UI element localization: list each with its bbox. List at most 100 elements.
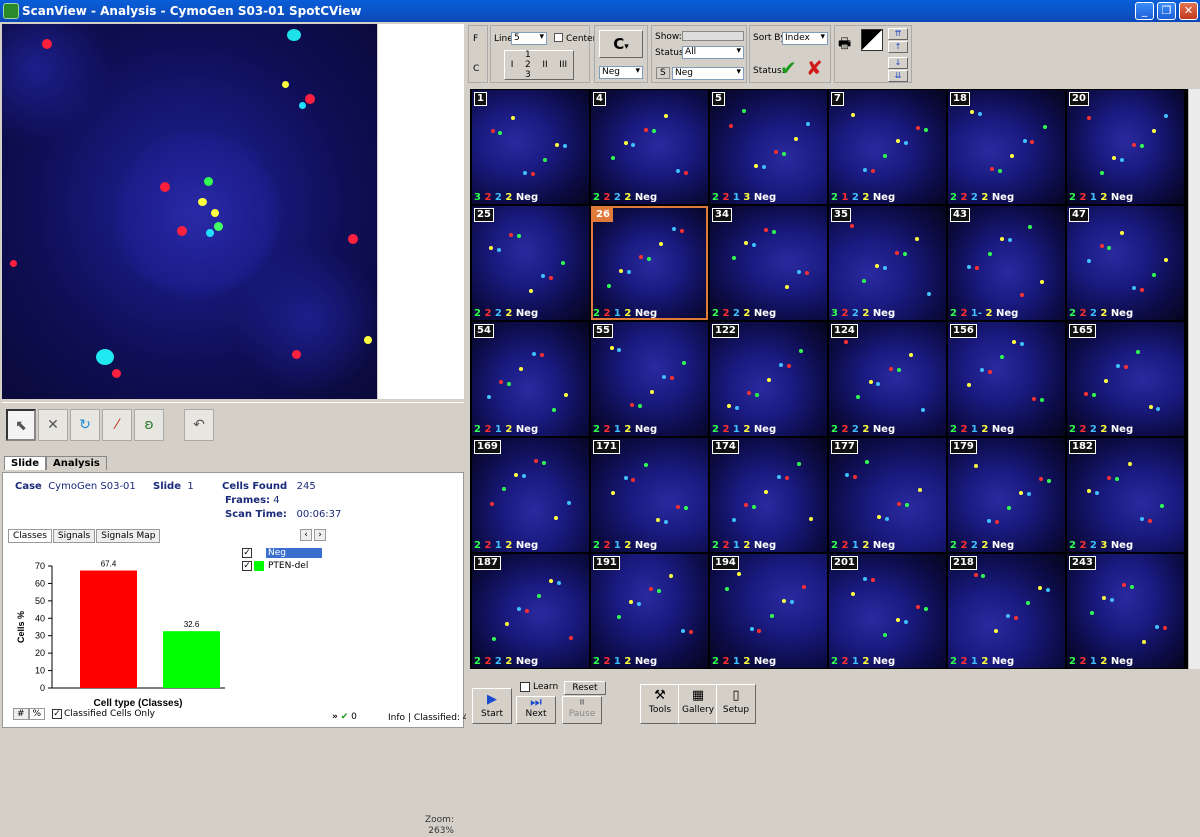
scroll-down-icon[interactable]: ↓ [888,57,908,69]
next-button[interactable]: ⏭ Next [516,696,556,724]
gallery-cell-tile[interactable]: 4 2 2 2 2 Neg [591,90,708,204]
scroll-bottom-icon[interactable]: ⇊ [888,70,908,82]
reject-x-icon[interactable]: ✘ [806,56,823,80]
gallery-cell-tile[interactable]: 182 2 2 2 3 Neg [1067,438,1184,552]
sortby-select[interactable]: Index [782,32,828,45]
status-select[interactable]: All [682,46,744,59]
signal-count: 2 [841,656,852,667]
gallery-cell-tile[interactable]: 25 2 2 2 2 Neg [472,206,589,320]
gallery-cell-tile[interactable]: 156 2 2 1 2 Neg [948,322,1065,436]
image-blank-area [378,24,464,399]
gallery-cell-tile[interactable]: 35 3 2 2 2 Neg [829,206,946,320]
start-button[interactable]: ▶ Start [472,688,512,724]
signal-dot [787,364,792,369]
cell-image-view[interactable]: Neg 2 2 1 2 [2,24,377,399]
reset-button[interactable]: Reset [564,681,606,695]
gallery-cell-tile[interactable]: 243 2 2 1 2 Neg [1067,554,1184,668]
signal-dot [629,402,634,407]
gallery-cell-tile[interactable]: 187 2 2 2 2 Neg [472,554,589,668]
contrast-icon[interactable] [861,29,883,51]
show-field[interactable] [682,31,744,41]
pause-button[interactable]: ⏸ Pause [562,696,602,724]
gallery-cell-tile[interactable]: 194 2 2 1 2 Neg [710,554,827,668]
tab-slide[interactable]: Slide [4,456,46,470]
cell-gallery[interactable]: 13 2 2 2 Neg 4 2 2 2 2 Neg 5 2 2 1 3 Neg 7 2 1… [470,89,1188,669]
gallery-cell-tile[interactable]: 174 2 2 1 2 Neg [710,438,827,552]
cell-index-badge: 201 [831,556,858,570]
signal-dot [543,157,548,162]
pointer-tool-icon[interactable]: ⬉ [6,409,36,441]
s-button[interactable]: S [656,67,670,79]
gallery-cell-tile[interactable]: 47 2 2 2 2 Neg [1067,206,1184,320]
learn-option[interactable]: Learn [520,682,558,692]
learn-checkbox[interactable] [520,682,530,692]
undo-tool-icon[interactable]: ↶ [184,409,214,441]
accept-check-icon[interactable]: ✔ [780,56,797,80]
count-mode-toggle[interactable]: #% [13,708,46,720]
legend-checkbox[interactable]: ✓ [242,548,252,558]
wand-tool-icon[interactable]: ⁄ [102,409,132,441]
gallery-cell-tile[interactable]: 179 2 2 2 2 Neg [948,438,1065,552]
gallery-cell-tile[interactable]: 165 2 2 2 2 Neg [1067,322,1184,436]
prev-arrow-icon[interactable]: ‹ [300,529,312,541]
gallery-cell-tile[interactable]: 20 2 2 1 2 Neg [1067,90,1184,204]
classified-only-option[interactable]: ✓ Classified Cells Only [52,709,155,719]
gallery-cell-tile[interactable]: 34 2 2 2 2 Neg [710,206,827,320]
s-select[interactable]: Neg [672,67,744,80]
signal-dot [734,406,739,411]
gallery-cell-tile[interactable]: 18 2 2 2 2 Neg [948,90,1065,204]
delete-tool-icon[interactable]: ✕ [38,409,68,441]
gallery-cell-tile[interactable]: 169 2 2 1 2 Neg [472,438,589,552]
lines-select[interactable]: 5 [511,32,547,45]
cell-class: Neg [1110,540,1134,551]
gallery-cell-tile[interactable]: 201 2 2 1 2 Neg [829,554,946,668]
minimize-button[interactable]: _ [1135,2,1154,20]
gallery-cell-tile[interactable]: 7 2 1 2 2 Neg [829,90,946,204]
print-icon[interactable]: 🖶 [838,33,851,57]
lasso-tool-icon[interactable]: ʚ [134,409,164,441]
frames-info: Frames: 4 [225,495,280,506]
legend-checkbox[interactable]: ✓ [242,561,252,571]
gallery-cell-tile[interactable]: 177 2 2 1 2 Neg [829,438,946,552]
classified-only-checkbox[interactable]: ✓ [52,709,62,719]
scroll-top-icon[interactable]: ⇈ [888,28,908,40]
gallery-cell-tile[interactable]: 55 2 2 1 2 Neg [591,322,708,436]
next-arrow-icon[interactable]: › [314,529,326,541]
close-button[interactable]: ✕ [1179,2,1198,20]
gallery-cell-tile[interactable]: 171 2 2 1 2 Neg [591,438,708,552]
signal-count: 2 [1069,424,1080,435]
gallery-cell-tile[interactable]: 122 2 2 1 2 Neg [710,322,827,436]
c-toggle[interactable]: C [473,64,479,74]
tools-button[interactable]: ⚒ Tools [640,684,680,724]
gallery-cell-tile[interactable]: 5 2 2 1 3 Neg [710,90,827,204]
subtab-signals-map[interactable]: Signals Map [96,529,161,543]
gallery-cell-tile[interactable]: 191 2 2 1 2 Neg [591,554,708,668]
show-group: Show: Status: All S Neg [651,25,747,83]
f-toggle[interactable]: F [473,34,478,44]
setup-button[interactable]: ▯ Setup [716,684,756,724]
gallery-scrollbar[interactable] [1188,89,1200,669]
gallery-cell-tile[interactable]: 43 2 2 1- 2 Neg [948,206,1065,320]
gallery-button[interactable]: ▦ Gallery [678,684,718,724]
maximize-button[interactable]: ❐ [1157,2,1176,20]
rotate-tool-icon[interactable]: ↻ [70,409,100,441]
legend-item[interactable]: ✓ Neg [242,547,322,559]
line-mode-buttons[interactable]: I 1 2 3 II III [504,50,574,80]
subtab-classes[interactable]: Classes [8,529,52,543]
signal-count: 2 [624,192,635,203]
scroll-up-icon[interactable]: ↑ [888,41,908,53]
tab-analysis[interactable]: Analysis [46,456,107,470]
gallery-cell-tile[interactable]: 54 2 2 1 2 Neg [472,322,589,436]
class-button[interactable]: C▾ [599,30,643,58]
gallery-cell-tile[interactable]: 218 2 2 1 2 Neg [948,554,1065,668]
class-select[interactable]: Neg [599,66,643,79]
center-checkbox[interactable] [554,33,563,42]
subtab-signals[interactable]: Signals [52,529,96,543]
legend-label: PTEN-del [268,561,309,571]
legend-item[interactable]: ✓ PTEN-del [242,560,322,572]
signal-dot [794,137,799,142]
lines-group: Lines: 5 Center I123IIIII [490,25,596,83]
gallery-cell-tile[interactable]: 1 3 2 2 2 Neg [472,90,589,204]
gallery-cell-tile[interactable]: 26 2 2 1 2 Neg [591,206,708,320]
gallery-cell-tile[interactable]: 124 2 2 2 2 Neg [829,322,946,436]
